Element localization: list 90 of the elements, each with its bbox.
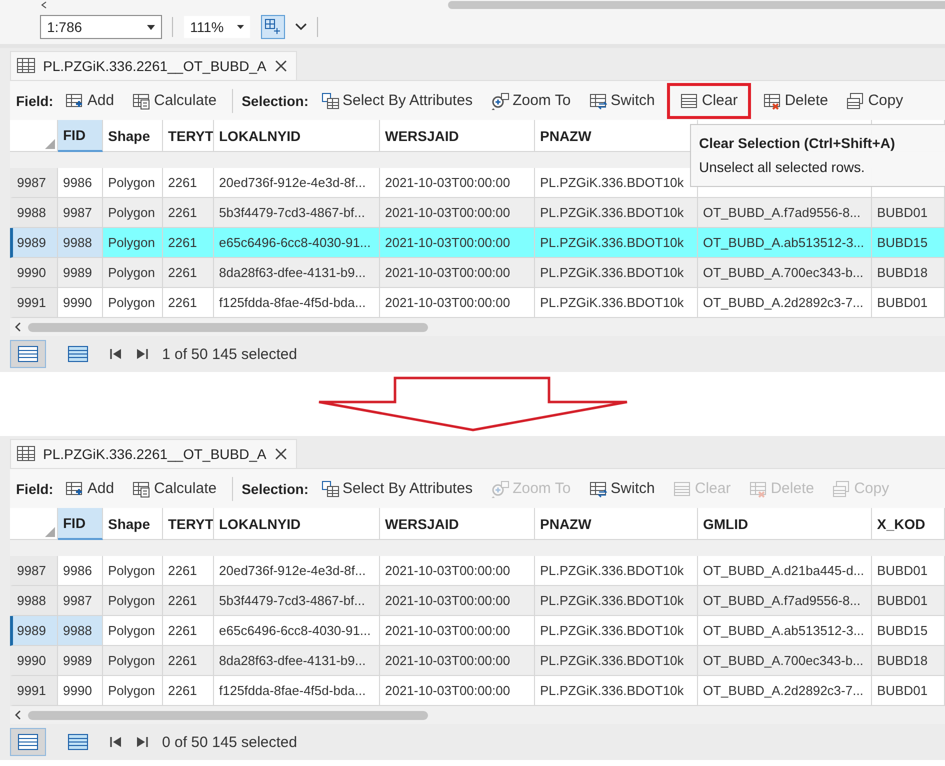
select-table-icon [320,480,338,498]
scrollbar-thumb[interactable] [28,710,428,720]
table-row[interactable]: 9991 9990 Polygon 2261 f125fdda-8fae-4f5d-bda... 2021-10-03T00:00:00 PL.PZGiK.336.BDOT10k OT_BUBD_A.2d2892c3-7... BUBD01 [10,288,945,318]
zoom-icon [490,92,509,110]
zoom-icon [490,480,509,498]
column-header[interactable]: FID [58,508,103,540]
first-record-icon [110,348,122,360]
table-rows-icon [18,734,38,750]
selection-label: Selection: [242,480,308,496]
table-row[interactable]: 9987 9986 Polygon 2261 20ed736f-912e-4e3d-8f... 2021-10-03T00:00:00 PL.PZGiK.336.BDOT10k OT_BUBD_A.d21ba445-d... BUBD01 [10,556,945,586]
add-button[interactable]: Add [59,470,120,506]
last-record-icon [136,736,148,748]
tab-title: PL.PZGiK.336.2261__OT_BUBD_A [43,446,266,462]
table-row[interactable]: 9990 9989 Polygon 2261 8da28f63-dfee-4131-b9... 2021-10-03T00:00:00 PL.PZGiK.336.BDOT10k OT_BUBD_A.700ec343-b... BUBD18 [10,646,945,676]
scroll-left-icon [40,0,48,8]
selection-count: 0 of 50 145 selected [162,734,298,750]
copy-icon [832,480,850,498]
caret-icon [147,24,155,30]
first-record-icon [110,736,122,748]
row-number[interactable]: 9990 [10,646,58,676]
select-by-attributes-button[interactable]: Select By Attributes [314,82,479,118]
clear-button[interactable]: Clear [666,82,751,118]
select-table-icon [320,92,338,110]
table-delete-icon [748,480,767,498]
highlighted-rows-icon [68,734,88,750]
copy-icon [846,92,864,110]
tab-title: PL.PZGiK.336.2261__OT_BUBD_A [43,58,266,74]
scrollbar-thumb[interactable] [448,0,945,8]
swap-arrows-icon [588,480,607,498]
table-plus-icon [65,92,84,110]
scroll-left-icon [14,322,22,332]
highlighted-rows-icon [68,346,88,362]
switch-button[interactable]: Switch [582,82,661,118]
chevron-down-icon [295,23,307,31]
delete-button[interactable]: Delete [756,82,834,118]
swap-arrows-icon [588,92,607,110]
table-rows-icon [18,346,38,362]
row-number[interactable]: 9991 [10,288,58,318]
table-cell: 9988 [58,228,103,258]
zoom-to-button[interactable]: Zoom To [484,82,577,118]
calculate-button[interactable]: Calculate [126,82,223,118]
table-icon [17,446,35,462]
row-number[interactable]: 9989 [10,228,58,258]
triangle-icon [45,527,55,537]
triangle-icon [45,139,55,149]
show-all-rows-button[interactable] [10,728,46,756]
row-number[interactable]: 9988 [10,586,58,616]
row-number[interactable]: 9989 [10,616,58,646]
table-icon [17,58,35,74]
zoom-dropdown[interactable]: 111% [183,15,251,39]
copy-button[interactable]: Copy [840,82,910,118]
tooltip-title: Clear Selection (Ctrl+Shift+A) [699,135,896,151]
selection-label: Selection: [242,92,308,108]
row-number[interactable]: 9988 [10,198,58,228]
row-number[interactable]: 9987 [10,556,58,586]
grid-plus-button[interactable] [261,15,285,39]
table-row[interactable]: 9991 9990 Polygon 2261 f125fdda-8fae-4f5d-bda... 2021-10-03T00:00:00 PL.PZGiK.336.BDOT10k OT_BUBD_A.2d2892c3-7... BUBD01 [10,676,945,706]
table-cell: 9988 [58,616,103,646]
switch-button[interactable]: Switch [582,470,661,506]
close-icon [274,59,288,73]
row-number[interactable]: 9987 [10,168,58,198]
field-label: Field: [16,92,54,108]
scale-dropdown[interactable]: 1:786 [40,15,162,39]
table-row[interactable]: 9990 9989 Polygon 2261 8da28f63-dfee-4131-b9... 2021-10-03T00:00:00 PL.PZGiK.336.BDOT10k OT_BUBD_A.700ec343-b... BUBD18 [10,258,945,288]
field-label: Field: [16,480,54,496]
selection-count: 1 of 50 145 selected [162,346,298,362]
table-plus-icon [65,480,84,498]
scrollbar-thumb[interactable] [28,322,428,332]
list-icon [680,92,698,110]
table-tab[interactable]: PL.PZGiK.336.2261__OT_BUBD_A [10,439,298,468]
table-calculator-icon [132,480,150,498]
table-tab[interactable]: PL.PZGiK.336.2261__OT_BUBD_A [10,51,298,80]
close-icon [274,447,288,461]
row-number[interactable]: 9990 [10,258,58,288]
table-calculator-icon [132,92,150,110]
table-row[interactable]: 9988 9987 Polygon 2261 5b3f4479-7cd3-4867-bf... 2021-10-03T00:00:00 PL.PZGiK.336.BDOT10k OT_BUBD_A.f7ad9556-8... BUBD01 [10,586,945,616]
scroll-left-icon [14,710,22,720]
caret-icon [237,25,244,29]
last-record-icon [136,348,148,360]
add-button[interactable]: Add [59,82,120,118]
list-icon [672,480,691,498]
row-number[interactable]: 9991 [10,676,58,706]
table-row[interactable]: 9989 9988 Polygon 2261 e65c6496-6cc8-4030-91... 2021-10-03T00:00:00 PL.PZGiK.336.BDOT10k OT_BUBD_A.ab513512-3... BUBD15 [10,228,945,258]
column-header[interactable]: FID [58,120,103,152]
table-row[interactable]: 9988 9987 Polygon 2261 5b3f4479-7cd3-4867-bf... 2021-10-03T00:00:00 PL.PZGiK.336.BDOT10k OT_BUBD_A.f7ad9556-8... BUBD01 [10,198,945,228]
calculate-button[interactable]: Calculate [126,470,223,506]
show-all-rows-button[interactable] [10,340,46,368]
select-by-attributes-button[interactable]: Select By Attributes [314,470,479,506]
table-delete-icon [762,92,781,110]
table-row[interactable]: 9989 9988 Polygon 2261 e65c6496-6cc8-4030-91... 2021-10-03T00:00:00 PL.PZGiK.336.BDOT10k OT_BUBD_A.ab513512-3... BUBD15 [10,616,945,646]
